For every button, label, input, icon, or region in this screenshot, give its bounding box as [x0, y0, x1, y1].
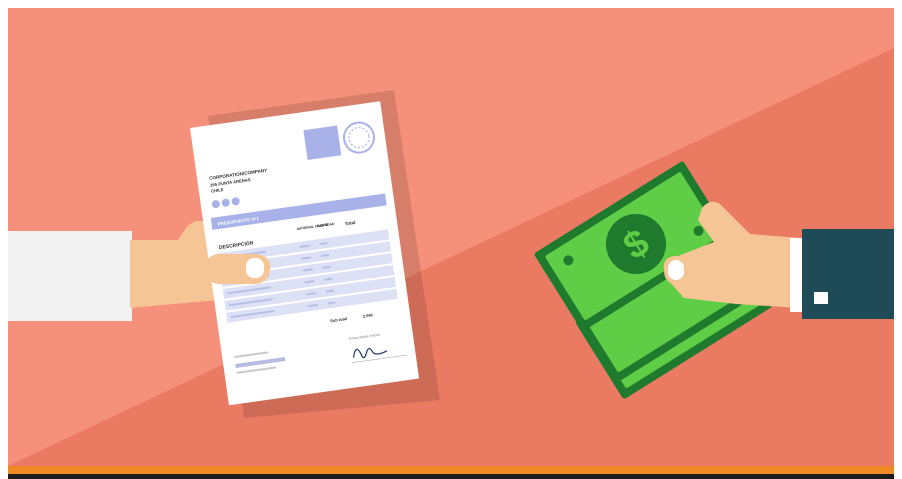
right-sleeve [802, 229, 894, 319]
logo-box [303, 125, 342, 160]
left-thumbnail [246, 258, 264, 278]
bottom-strip [8, 474, 894, 479]
sleeve-button [814, 292, 828, 304]
left-sleeve [8, 231, 132, 321]
right-thumbnail [668, 260, 684, 280]
invoice-document: CORPORATION/COMPANY 255 PUNTA ARENAS CHI… [190, 101, 420, 406]
illustration: CORPORATION/COMPANY 255 PUNTA ARENAS CHI… [8, 8, 894, 479]
bottom-bar [8, 466, 894, 474]
right-cuff [790, 238, 802, 312]
image-frame: CORPORATION/COMPANY 255 PUNTA ARENAS CHI… [0, 0, 902, 479]
